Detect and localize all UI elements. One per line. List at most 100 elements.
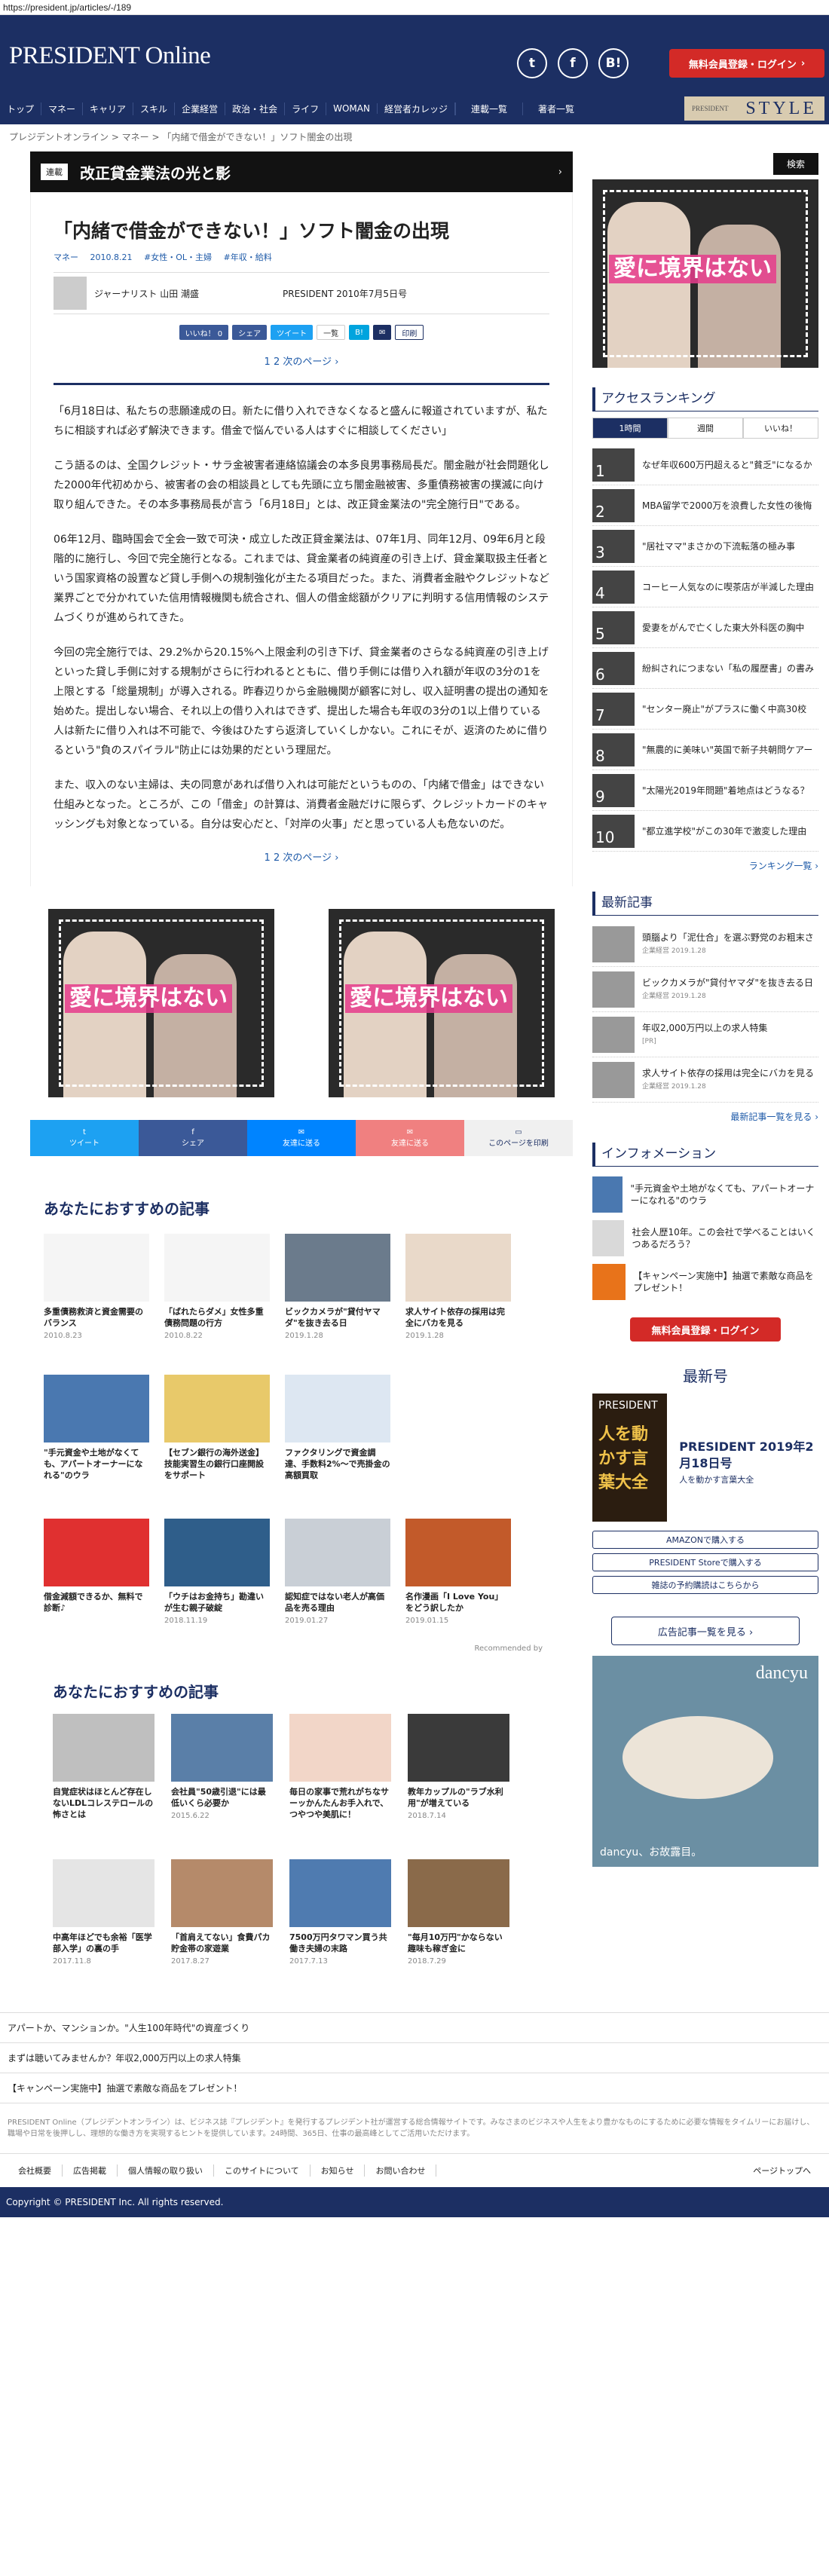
footer-link[interactable]: お問い合わせ xyxy=(365,2165,437,2177)
nav-item[interactable]: スキル xyxy=(133,102,176,115)
site-logo[interactable]: PRESIDENT Online xyxy=(9,42,211,70)
hatena-icon[interactable]: B! xyxy=(598,48,629,78)
ranking-item[interactable]: 9 "太陽光2019年問題"着地点はどうなる？ xyxy=(592,770,818,811)
list-button[interactable]: 一覧 xyxy=(317,325,346,340)
nav-item[interactable]: 経営者カレッジ xyxy=(378,102,455,115)
twitter-share[interactable]: t ツイート xyxy=(30,1120,139,1156)
ranking-item[interactable]: 2 MBA留学で2000万を浪費した女性の後悔 xyxy=(592,485,818,526)
messenger-share[interactable]: ✉ 友達に送る xyxy=(247,1120,356,1156)
rec-card[interactable]: 認知症ではない老人が高価品を売る理由 2019.01.27 xyxy=(285,1519,390,1625)
author-name[interactable]: ジャーナリスト 山田 潮盛 xyxy=(94,287,275,300)
amazon-button[interactable]: AMAZONで購入する xyxy=(592,1531,818,1549)
nav-series[interactable]: 連載一覧 xyxy=(454,102,522,115)
footer-link[interactable]: このサイトについて xyxy=(214,2165,310,2177)
latest-item[interactable]: 頭腦より「泥仕合」を選ぶ野党のお粗末さ 企業経営 2019.1.28 xyxy=(592,922,818,967)
rec-card[interactable]: 7500万円タワマン買う共働き夫婦の末路 2017.7.13 xyxy=(289,1859,391,1966)
ranking-item[interactable]: 4 コーヒー人気なのに喫茶店が半減した理由 xyxy=(592,567,818,607)
dancyu-ad[interactable]: dancyu dancyu、お故露目。 xyxy=(592,1656,818,1867)
rec-card[interactable]: 自覚症状はほとんど存在しないLDLコレステロールの怖さとは xyxy=(53,1714,154,1823)
tag-link[interactable]: #年収・給料 xyxy=(224,252,272,262)
nav-item[interactable]: 企業経営 xyxy=(175,102,226,115)
mail-share[interactable]: ✉ 友達に送る xyxy=(356,1120,464,1156)
tab-hour[interactable]: 1時間 xyxy=(592,418,668,439)
ranking-item[interactable]: 6 紛糾されにつまない「私の履歴書」の書み xyxy=(592,648,818,689)
rec-card[interactable]: 借金減額できるか、無料で診断♪ xyxy=(44,1519,149,1625)
rec-card[interactable]: 「ばれたらダメ」女性多重債務問題の行方 2010.8.22 xyxy=(164,1234,270,1340)
rec-card[interactable]: 多重債務救済と資金需要のバランス 2010.8.23 xyxy=(44,1234,149,1340)
display-ad[interactable]: 愛に境界はない xyxy=(48,909,274,1097)
info-item[interactable]: 社会人歴10年。この会社で学べることはいくつあるだろう？ xyxy=(592,1216,818,1260)
facebook-icon[interactable]: f xyxy=(558,48,588,78)
footer-link[interactable]: お知らせ xyxy=(310,2165,366,2177)
latest-more-link[interactable]: 最新記事一覧を見る › xyxy=(592,1110,818,1123)
print-share[interactable]: ▭ このページを印刷 xyxy=(464,1120,573,1156)
nav-authors[interactable]: 著者一覧 xyxy=(522,102,589,115)
page-top-link[interactable]: ページトップへ xyxy=(742,2165,821,2177)
rec-card[interactable]: 毎日の家事で荒れがちなサーッかんたんお手入れで、つやつや美肌に！ xyxy=(289,1714,391,1823)
rec-card[interactable]: 会社員"50歳引退"には最低いくら必要か 2015.6.22 xyxy=(171,1714,273,1823)
search-button[interactable]: 検索 xyxy=(772,153,818,175)
footer-link[interactable]: 会社概要 xyxy=(8,2165,63,2177)
print-button[interactable]: 印刷 xyxy=(395,325,424,340)
pr-link[interactable]: 【キャンペーン実施中】抽選で素敵な商品をプレゼント！ xyxy=(0,2073,829,2103)
twitter-icon[interactable]: t xyxy=(517,48,547,78)
rec-card[interactable] xyxy=(405,1375,511,1484)
subscribe-button[interactable]: 雑誌の予約購読はこちらから xyxy=(592,1576,818,1594)
fb-share-button[interactable]: シェア xyxy=(232,325,268,340)
latest-item[interactable]: 求人サイト依存の採用は完全にバカを見る 企業経営 2019.1.28 xyxy=(592,1057,818,1103)
rec-card[interactable]: 「首肩えてない」食費パカ貯金帯の家遊業 2017.8.27 xyxy=(171,1859,273,1966)
footer-link[interactable]: 個人情報の取り扱い xyxy=(118,2165,214,2177)
latest-item[interactable]: 年収2,000万円以上の求人特集 [PR] xyxy=(592,1012,818,1057)
mail-icon[interactable]: ✉ xyxy=(373,325,392,340)
nav-item[interactable]: WOMAN xyxy=(326,103,378,114)
rec-card[interactable]: 「ウチはお金持ち」勘違いが生む親子破綻 2018.11.19 xyxy=(164,1519,270,1625)
ranking-item[interactable]: 7 "センター廃止"がプラスに働く中高30校 xyxy=(592,689,818,730)
hatena-button[interactable]: B! xyxy=(349,325,370,340)
register-login-button[interactable]: 無料会員登録・ログイン › xyxy=(669,49,824,78)
info-item[interactable]: "手元資金や土地がなくても、アパートオーナーになれる"のウラ xyxy=(592,1173,818,1216)
category-link[interactable]: マネー xyxy=(54,252,78,262)
magazine-title[interactable]: PRESIDENT 2019年2月18日号 xyxy=(679,1439,818,1472)
nav-item[interactable]: マネー xyxy=(41,102,84,115)
display-ad[interactable]: 愛に境界はない xyxy=(329,909,555,1097)
ranking-item[interactable]: 8 "無農的に美味い"英国で新子共朝問ケアー xyxy=(592,730,818,770)
latest-item[interactable]: ビックカメラが"貸付ヤマダ"を抜き去る日 企業経営 2019.1.28 xyxy=(592,967,818,1012)
ranking-item[interactable]: 5 愛妻をがんで亡くした東大外科医の胸中 xyxy=(592,607,818,648)
ranking-item[interactable]: 10 "都立進学校"がこの30年で激変した理由 xyxy=(592,811,818,852)
facebook-share[interactable]: f シェア xyxy=(139,1120,247,1156)
register-login-button[interactable]: 無料会員登録・ログイン xyxy=(630,1317,781,1342)
nav-item[interactable]: キャリア xyxy=(83,102,134,115)
like-button[interactable]: いいね！ 0 xyxy=(179,325,229,340)
rec-card[interactable]: 中高年ほどでも余裕「医学部入学」の裏の手 2017.11.8 xyxy=(53,1859,154,1966)
store-button[interactable]: PRESIDENT Storeで購入する xyxy=(592,1553,818,1571)
tab-likes[interactable]: いいね！ xyxy=(743,418,818,439)
ranking-item[interactable]: 3 "居社ママ"まさかの下流転落の極み事 xyxy=(592,526,818,567)
rec-card[interactable]: "毎月10万円"かならない趣味も稼ぎ金に 2018.7.29 xyxy=(408,1859,509,1966)
sidebar-ad[interactable]: 愛に境界はない xyxy=(592,179,818,368)
breadcrumb[interactable]: プレジデントオンライン > マネー > 「内緒で借金ができない！」ソフト闇金の出… xyxy=(0,124,829,148)
rec-card[interactable]: 求人サイト依存の採用は完全にバカを見る 2019.1.28 xyxy=(405,1234,511,1340)
ranking-item[interactable]: 1 なぜ年収600万円超えると"貧乏"になるか xyxy=(592,445,818,485)
tag-link[interactable]: #女性・OL・主婦 xyxy=(144,252,212,262)
rec-card[interactable]: 教年カップルの"ラブ水利用"が増えている 2018.7.14 xyxy=(408,1714,509,1823)
rec-card[interactable]: ビックカメラが"貸付ヤマダ"を抜き去る日 2019.1.28 xyxy=(285,1234,390,1340)
pagination[interactable]: 1 2 次のページ › xyxy=(54,849,549,864)
rec-card[interactable]: ファクタリングで資金調達、手数料2%〜で売掛金の高額買取 xyxy=(285,1375,390,1484)
pagination[interactable]: 1 2 次のページ › xyxy=(54,353,549,368)
ranking-more-link[interactable]: ランキング一覧 › xyxy=(592,859,818,872)
magazine-cover[interactable]: PRESIDENT 人を動かす言葉大全 xyxy=(592,1394,668,1522)
ad-list-button[interactable]: 広告記事一覧を見る › xyxy=(611,1617,800,1645)
tab-week[interactable]: 週間 xyxy=(668,418,743,439)
footer-link[interactable]: 広告掲載 xyxy=(63,2165,118,2177)
pr-link[interactable]: まずは聴いてみませんか？年収2,000万円以上の求人特集 xyxy=(0,2042,829,2073)
tweet-button[interactable]: ツイート xyxy=(271,325,314,340)
rec-card[interactable]: "手元資金や土地がなくても、アパートオーナーになれる"のウラ xyxy=(44,1375,149,1484)
nav-item[interactable]: ライフ xyxy=(285,102,327,115)
rec-card[interactable]: 【セブン銀行の海外送金】技能実習生の銀行口座開設をサポート xyxy=(164,1375,270,1484)
series-bar[interactable]: 連載 改正貸金業法の光と影 › xyxy=(30,151,573,192)
pr-link[interactable]: アパートか、マンションか。"人生100年時代"の資産づくり xyxy=(0,2012,829,2042)
nav-item[interactable]: トップ xyxy=(0,102,42,115)
rec-card[interactable]: 名作漫画「I Love You」をどう訳したか 2019.01.15 xyxy=(405,1519,511,1625)
style-banner[interactable]: PRESIDENT STYLE xyxy=(684,96,824,121)
info-item[interactable]: 【キャンペーン実施中】抽選で素敵な商品をプレゼント！ xyxy=(592,1260,818,1304)
